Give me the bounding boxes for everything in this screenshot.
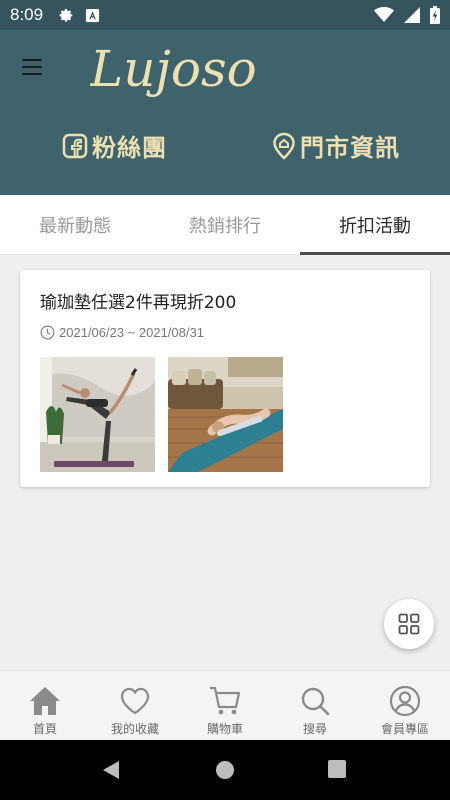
- brand-logo-text: Lujoso: [90, 40, 257, 98]
- menu-button[interactable]: [22, 55, 50, 79]
- search-icon: [298, 684, 332, 718]
- hamburger-line: [22, 59, 42, 61]
- app-header: Lujoso 粉絲團 門市資訊: [0, 30, 450, 195]
- nav-member[interactable]: 會員專區: [360, 671, 450, 740]
- location-pin-icon: [273, 132, 295, 160]
- status-right-icons: [374, 6, 440, 24]
- store-info-link[interactable]: 門市資訊: [272, 128, 400, 163]
- heart-icon: [118, 684, 152, 718]
- nav-home-label: 首頁: [32, 722, 57, 736]
- cell-signal-icon: [404, 7, 420, 23]
- status-bar: 8:09: [0, 0, 450, 30]
- system-nav-bar: [0, 740, 450, 800]
- yoga-dancer-pose-photo[interactable]: [40, 357, 155, 472]
- grid-menu-button[interactable]: [384, 599, 434, 649]
- battery-charging-icon: [430, 6, 440, 24]
- home-circle-icon[interactable]: [215, 760, 235, 780]
- status-left-icons: [57, 6, 100, 24]
- promo-title: 瑜珈墊任選2件再現折200: [40, 293, 237, 313]
- tab-discount-events[interactable]: 折扣活動: [300, 195, 450, 255]
- nav-member-label: 會員專區: [380, 722, 429, 736]
- nav-cart[interactable]: 購物車: [180, 671, 270, 740]
- hamburger-line: [22, 66, 42, 68]
- tab-latest-news[interactable]: 最新動態: [0, 195, 150, 254]
- nav-search[interactable]: 搜尋: [270, 671, 360, 740]
- nav-favorites-label: 我的收藏: [110, 722, 159, 736]
- back-icon[interactable]: [101, 760, 121, 780]
- promo-card[interactable]: 瑜珈墊任選2件再現折200 2021/06/23 ~ 2021/08/31: [20, 270, 430, 487]
- promo-images: [40, 357, 283, 472]
- nav-home[interactable]: 首頁: [0, 671, 90, 740]
- promo-date-range: 2021/06/23 ~ 2021/08/31: [59, 325, 204, 340]
- tab-best-sellers[interactable]: 熱銷排行: [150, 195, 300, 254]
- brand-logo: Lujoso: [90, 40, 257, 98]
- nav-search-label: 搜尋: [302, 722, 327, 736]
- status-time: 8:09: [10, 5, 44, 24]
- yoga-forward-fold-photo[interactable]: [168, 357, 283, 472]
- app-notification-icon: [86, 8, 100, 22]
- wifi-icon: [374, 7, 394, 22]
- nav-favorites[interactable]: 我的收藏: [90, 671, 180, 740]
- bottom-nav: 首頁 我的收藏 購物車 搜尋 會員專區: [0, 670, 450, 740]
- fans-page-label: 粉絲團: [92, 134, 167, 162]
- recents-icon[interactable]: [328, 760, 346, 778]
- nav-cart-label: 購物車: [206, 722, 243, 736]
- hamburger-line: [22, 73, 42, 75]
- settings-gear-icon: [59, 9, 73, 22]
- user-icon: [388, 684, 422, 718]
- home-icon: [28, 684, 62, 718]
- promo-date-row: 2021/06/23 ~ 2021/08/31: [40, 325, 204, 340]
- store-info-label: 門市資訊: [300, 134, 400, 162]
- cart-icon: [208, 684, 242, 718]
- category-tabs: 最新動態 熱銷排行 折扣活動: [0, 195, 450, 255]
- facebook-icon: [62, 133, 88, 158]
- grid-icon: [398, 613, 420, 635]
- clock-icon: [40, 325, 55, 340]
- fans-page-link[interactable]: 粉絲團: [62, 128, 167, 163]
